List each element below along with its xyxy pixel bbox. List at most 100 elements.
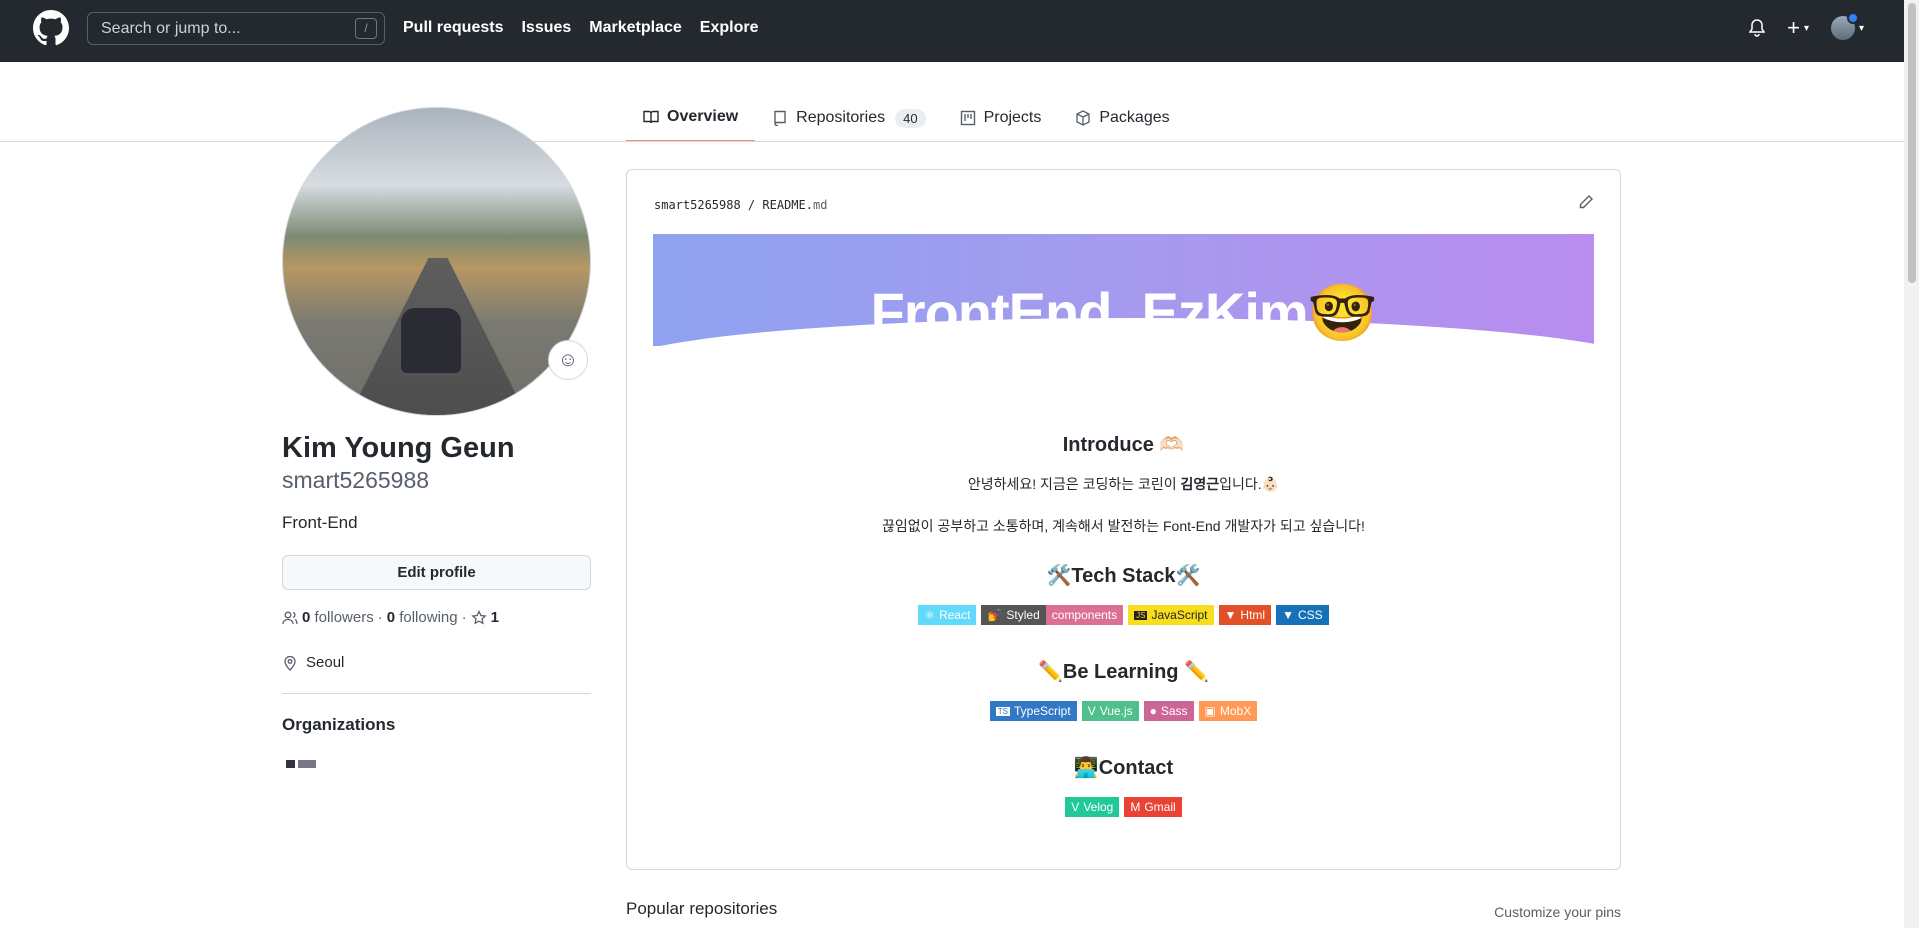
badge-label: Html [1240,608,1266,622]
badge-label: JavaScript [1151,608,1208,622]
intro-line-2: 끊임없이 공부하고 소통하며, 계속해서 발전하는 Font-End 개발자가 … [882,518,1365,534]
badge-sass: ● Sass [1143,701,1194,721]
package-icon [1076,110,1091,126]
popular-repos-heading: Popular repositories [626,899,778,918]
stars-count: 1 [490,609,499,626]
tab-projects[interactable]: Projects [943,94,1059,142]
contact-heading: 👨‍💻Contact [1073,757,1174,779]
gmail-icon: M [1130,800,1141,814]
separator: · [377,609,383,626]
tab-packages[interactable]: Packages [1058,94,1186,142]
stars-link[interactable]: 1 [470,609,499,626]
plus-icon: + [1787,15,1800,40]
location-text: Seoul [306,654,345,671]
people-icon [282,611,298,624]
learning-heading: ✏️Be Learning ✏️ [1038,661,1209,683]
badge-label: Styled [1006,608,1040,622]
badge-velog[interactable]: V Velog [1065,797,1120,817]
user-menu[interactable]: ▾ [1830,12,1864,40]
repo-count-badge: 40 [895,108,926,128]
tab-label: Packages [1099,109,1170,126]
pencil-icon [1579,195,1593,209]
intro-line-1: 안녕하세요! 지금은 코딩하는 코린이 김영근입니다.👶🏻 [627,474,1620,494]
nav-marketplace[interactable]: Marketplace [589,19,682,37]
mobx-icon: ▣ [1204,704,1216,718]
badge-label: Gmail [1144,800,1176,814]
create-new-menu[interactable]: + ▾ [1787,15,1809,41]
tab-overview[interactable]: Overview [626,94,756,142]
follow-stats: 0 followers · 0 following · 1 [282,609,499,626]
badge-label: Velog [1083,800,1114,814]
banner-title: FrontEnd_EzKim🤓 [870,281,1378,344]
badge-vuejs: V Vue.js [1081,701,1139,721]
location-icon [284,655,296,671]
badge-label: React [939,608,971,622]
organizations-heading: Organizations [282,715,396,734]
search-input[interactable]: Search or jump to... / [87,12,385,45]
page-scrollbar[interactable] [1904,0,1919,928]
following-label: following [399,609,458,626]
separator: · [461,609,467,626]
intro-line-1-prefix: 안녕하세요! 지금은 코딩하는 코린이 [967,476,1181,492]
badge-label: CSS [1297,608,1323,622]
badge-mobx: ▣ MobX [1198,701,1258,721]
top-navbar: Search or jump to... / Pull requests Iss… [0,0,1904,62]
badge-typescript: TS TypeScript [989,701,1077,721]
bell-icon[interactable] [1749,19,1766,37]
nav-issues[interactable]: Issues [521,19,571,37]
tab-repositories[interactable]: Repositories 40 [755,94,942,142]
project-icon [960,110,975,126]
readme-file-ext: md [812,198,828,212]
edit-readme-pencil-icon[interactable] [1578,194,1594,215]
readme-banner: FrontEnd_EzKim🤓 [653,234,1594,346]
edit-profile-button[interactable]: Edit profile [282,555,591,590]
book-icon [643,110,659,124]
badge-label-secondary: components [1045,605,1124,625]
badge-label: Vue.js [1099,704,1133,718]
followers-link[interactable]: 0 followers [302,609,374,626]
following-link[interactable]: 0 following [387,609,458,626]
profile-fullname: Kim Young Geun [282,432,515,464]
avatar [1830,12,1859,40]
profile-username: smart5265988 [282,467,430,493]
nav-explore[interactable]: Explore [700,19,759,37]
readme-owner-link[interactable]: smart5265988 [654,198,741,212]
set-status-button[interactable]: ☺ [548,340,588,380]
scrollbar-thumb[interactable] [1908,3,1916,283]
nav-pull-requests[interactable]: Pull requests [403,19,503,37]
badge-styled-components: 💅 Styled components [981,605,1124,625]
following-count: 0 [386,609,396,626]
people-image-detail [401,308,461,373]
badge-gmail[interactable]: M Gmail [1124,797,1182,817]
intro-name: 김영근 [1180,476,1220,492]
velog-icon: V [1071,800,1080,814]
profile-tabs: Overview Repositories 40 Projects Packag… [626,94,1187,142]
sass-icon: ● [1149,704,1157,718]
badge-html: ▼ Html [1218,605,1272,625]
badge-react: ⚛ React [918,605,977,625]
global-nav: Pull requests Issues Marketplace Explore [403,0,776,56]
badge-css: ▼ CSS [1276,605,1329,625]
customize-pins-link[interactable]: Customize your pins [1494,904,1621,920]
typescript-icon: TS [995,706,1010,716]
profile-avatar[interactable] [282,107,591,416]
html5-icon: ▼ [1224,608,1237,622]
nail-polish-icon: 💅 [987,608,1003,622]
organization-avatar[interactable] [286,760,316,768]
react-icon: ⚛ [924,608,936,622]
css3-icon: ▼ [1282,608,1294,622]
followers-count: 0 [302,609,311,626]
search-shortcut-hint: / [355,18,377,39]
followers-label: followers [314,609,374,626]
search-placeholder: Search or jump to... [101,20,241,37]
star-icon [470,609,487,625]
vue-icon: V [1087,704,1096,718]
badge-label: MobX [1219,704,1252,718]
learning-badges: TS TypeScript V Vue.js ● Sass ▣ MobX [627,701,1620,721]
github-logo-icon[interactable] [33,10,69,46]
tab-label: Projects [983,109,1042,126]
badge-label: TypeScript [1013,704,1071,718]
badge-javascript: JS JavaScript [1128,605,1214,625]
readme-file-link[interactable]: README.md [762,198,827,212]
intro-line-1-suffix: 입니다.👶🏻 [1219,476,1280,492]
